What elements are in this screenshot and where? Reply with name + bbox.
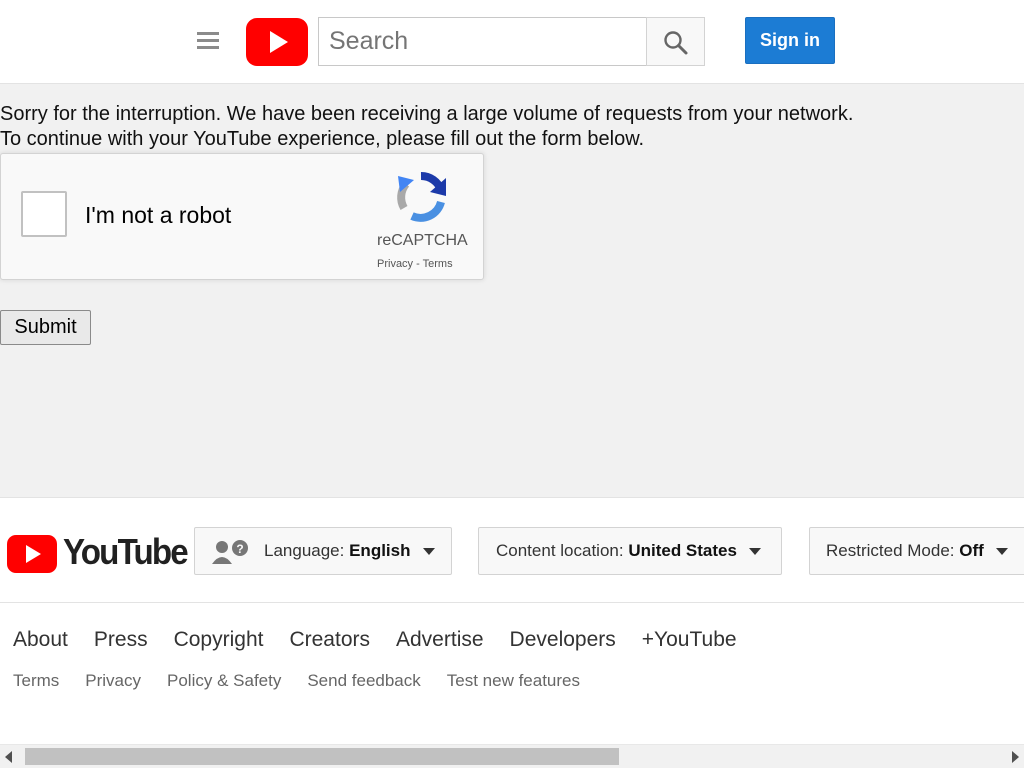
interruption-message: Sorry for the interruption. We have been… bbox=[0, 102, 853, 152]
recaptcha-logo-icon bbox=[397, 171, 446, 222]
chevron-down-icon bbox=[748, 548, 761, 556]
footer-logo-text: YouTube bbox=[63, 531, 189, 572]
masthead: Sign in bbox=[0, 0, 1024, 84]
submit-button[interactable]: Submit bbox=[0, 310, 91, 345]
footer-link-press[interactable]: Press bbox=[94, 628, 148, 651]
recaptcha-brand: reCAPTCHA bbox=[377, 232, 468, 249]
guide-menu-icon[interactable] bbox=[197, 32, 221, 52]
footer-link-about[interactable]: About bbox=[13, 628, 68, 651]
search-button[interactable] bbox=[646, 17, 705, 66]
svg-text:?: ? bbox=[236, 542, 243, 556]
footer-link-send-feedback[interactable]: Send feedback bbox=[307, 671, 420, 690]
horizontal-scrollbar[interactable] bbox=[0, 744, 1024, 768]
scroll-left-arrow-icon[interactable] bbox=[5, 751, 12, 763]
footer-link-advertise[interactable]: Advertise bbox=[396, 628, 484, 651]
scroll-right-arrow-icon[interactable] bbox=[1012, 751, 1019, 763]
restricted-mode-label: Restricted Mode: bbox=[826, 541, 960, 560]
footer-link-copyright[interactable]: Copyright bbox=[174, 628, 264, 651]
footer: YouTube ? Language: English Content loca… bbox=[0, 497, 1024, 768]
restricted-mode-picker[interactable]: Restricted Mode: Off bbox=[809, 527, 1024, 575]
restricted-mode-value: Off bbox=[959, 541, 984, 560]
sign-in-button[interactable]: Sign in bbox=[745, 17, 835, 64]
recaptcha-widget: I'm not a robot reCAPTCHA Privacy - Term… bbox=[0, 153, 484, 280]
chevron-down-icon bbox=[422, 548, 435, 556]
search-icon bbox=[664, 31, 688, 55]
youtube-logo-icon[interactable] bbox=[246, 18, 308, 66]
search-input[interactable] bbox=[318, 17, 648, 66]
footer-divider bbox=[0, 602, 1024, 603]
footer-link-policy-safety[interactable]: Policy & Safety bbox=[167, 671, 281, 690]
footer-link-test-new-features[interactable]: Test new features bbox=[447, 671, 580, 690]
language-label: Language: bbox=[264, 541, 350, 560]
chevron-down-icon bbox=[995, 548, 1008, 556]
horizontal-scrollbar-thumb[interactable] bbox=[25, 748, 619, 765]
language-icon: ? bbox=[212, 539, 248, 564]
recaptcha-label: I'm not a robot bbox=[85, 202, 232, 228]
recaptcha-links-separator: - bbox=[413, 258, 423, 270]
language-picker[interactable]: ? Language: English bbox=[194, 527, 452, 575]
content-location-label: Content location: bbox=[496, 541, 629, 560]
youtube-logo-icon bbox=[7, 535, 57, 573]
content-location-picker[interactable]: Content location: United States bbox=[478, 527, 782, 575]
content-location-value: United States bbox=[628, 541, 737, 560]
footer-link-developers[interactable]: Developers bbox=[510, 628, 616, 651]
footer-link-privacy[interactable]: Privacy bbox=[85, 671, 141, 690]
language-value: English bbox=[349, 541, 411, 560]
recaptcha-terms-link[interactable]: Terms bbox=[423, 258, 453, 270]
footer-link-creators[interactable]: Creators bbox=[289, 628, 370, 651]
footer-link-terms[interactable]: Terms bbox=[13, 671, 59, 690]
recaptcha-privacy-link[interactable]: Privacy bbox=[377, 258, 413, 270]
footer-primary-links: About Press Copyright Creators Advertise Deve… bbox=[13, 628, 763, 652]
message-line-1: Sorry for the interruption. We have been… bbox=[0, 103, 854, 125]
recaptcha-links: Privacy - Terms bbox=[377, 258, 453, 270]
footer-youtube-logo[interactable]: YouTube bbox=[7, 531, 189, 573]
footer-link-plus-youtube[interactable]: +YouTube bbox=[642, 628, 737, 651]
message-line-2: To continue with your YouTube experience… bbox=[0, 128, 645, 150]
recaptcha-checkbox[interactable] bbox=[21, 191, 67, 237]
footer-secondary-links: Terms Privacy Policy & Safety Send feedback… bbox=[13, 671, 606, 691]
